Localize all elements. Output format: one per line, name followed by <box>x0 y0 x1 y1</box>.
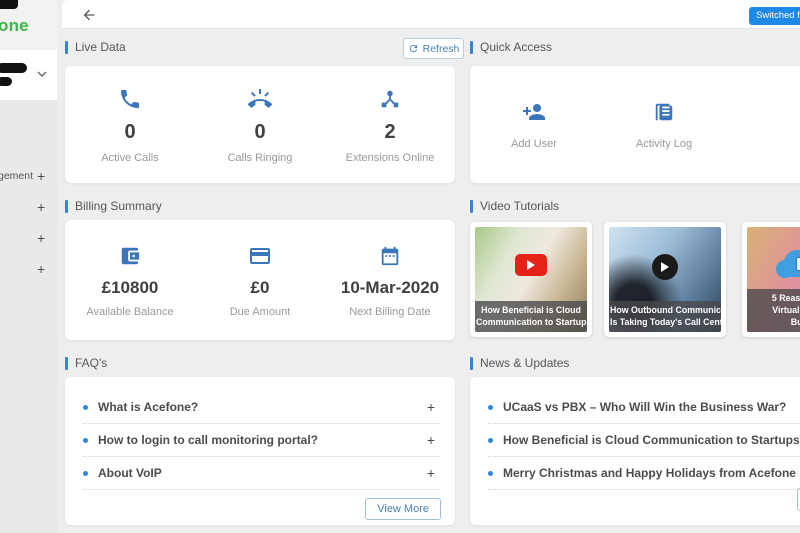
bullet-icon <box>488 437 493 443</box>
accent-bar <box>65 40 68 54</box>
calendar-icon <box>381 246 399 265</box>
billing-summary-section-header: Billing Summary <box>65 199 162 213</box>
available-balance-stat: £10800 Available Balance <box>65 243 195 318</box>
plus-icon[interactable]: + <box>37 199 45 215</box>
faq-item-about-voip[interactable]: About VoIP + <box>83 457 439 490</box>
faq-view-more-button[interactable]: View More <box>365 498 441 520</box>
ringing-phone-icon <box>247 88 273 108</box>
cloud-icon <box>776 248 800 278</box>
add-user-icon <box>523 104 545 120</box>
news-updates-section-header: News & Updates <box>470 356 569 370</box>
news-updates-card: UCaaS vs PBX – Who Will Win the Business… <box>470 377 800 525</box>
extensions-icon <box>381 90 399 107</box>
activity-log-button[interactable]: Activity Log <box>598 99 730 150</box>
faq-card: What is Acefone? + How to login to call … <box>65 377 455 525</box>
accent-bar <box>65 356 68 370</box>
video-caption: 5 Reasons You Virtual Recepti Busin <box>747 289 800 332</box>
sidebar-menu: gement + + + + <box>0 100 57 286</box>
news-item-ucaas-vs-pbx[interactable]: UCaaS vs PBX – Who Will Win the Business… <box>488 391 800 424</box>
wallet-icon <box>121 247 140 264</box>
acefone-logo: one <box>0 16 29 35</box>
section-title: Billing Summary <box>75 199 162 213</box>
faq-item-login-monitoring[interactable]: How to login to call monitoring portal? … <box>83 424 439 457</box>
quick-access-card: Add User Activity Log <box>470 66 800 183</box>
main-area: Switched from Reseller Live Data Refresh… <box>57 0 800 533</box>
sidebar-item-3[interactable]: + <box>0 224 57 255</box>
news-item-merry-christmas[interactable]: Merry Christmas and Happy Holidays from … <box>488 457 800 490</box>
video-thumbnail-virtual-receptionist[interactable]: 5 Reasons You Virtual Recepti Busin <box>742 222 800 337</box>
video-caption: How Outbound Communication Is Taking Tod… <box>609 301 721 332</box>
expand-plus-icon[interactable]: + <box>427 399 435 415</box>
video-thumbnail-cloud-startups[interactable]: How Beneficial is Cloud Communication to… <box>470 222 592 337</box>
extensions-online-stat: 2 Extensions Online <box>325 86 455 164</box>
video-thumbnail-outbound-callcenters[interactable]: How Outbound Communication Is Taking Tod… <box>604 222 726 337</box>
activity-log-icon <box>655 103 673 121</box>
section-title: FAQ's <box>75 356 108 370</box>
news-item-cloud-startups[interactable]: How Beneficial is Cloud Communication to… <box>488 424 800 457</box>
plus-icon[interactable]: + <box>37 168 45 184</box>
bullet-icon <box>83 470 88 476</box>
sidebar-item-4[interactable]: + <box>0 255 57 286</box>
plus-icon[interactable]: + <box>37 230 45 246</box>
video-tutorials-section-header: Video Tutorials <box>470 199 559 213</box>
accent-bar <box>470 40 473 54</box>
bullet-icon <box>488 404 493 410</box>
chevron-down-icon[interactable] <box>36 68 48 80</box>
play-icon[interactable] <box>515 253 547 276</box>
section-title: Live Data <box>75 40 126 54</box>
account-switcher[interactable] <box>0 50 57 100</box>
play-icon[interactable] <box>652 253 678 280</box>
top-bar: Switched from Reseller <box>62 0 800 29</box>
bullet-icon <box>83 404 88 410</box>
refresh-icon <box>409 44 417 53</box>
redacted-account-id <box>0 77 12 86</box>
next-billing-date-stat: 10-Mar-2020 Next Billing Date <box>325 243 455 318</box>
calls-ringing-stat: 0 Calls Ringing <box>195 86 325 164</box>
redacted-corner <box>0 0 18 9</box>
bullet-icon <box>83 437 88 443</box>
due-amount-stat: £0 Due Amount <box>195 243 325 318</box>
accent-bar <box>65 199 68 213</box>
expand-plus-icon[interactable]: + <box>427 465 435 481</box>
logo-area: one <box>0 0 57 50</box>
faqs-section-header: FAQ's <box>65 356 107 370</box>
sidebar-item-2[interactable]: + <box>0 193 57 224</box>
add-user-button[interactable]: Add User <box>488 99 580 150</box>
bullet-icon <box>488 470 493 476</box>
expand-plus-icon[interactable]: + <box>427 432 435 448</box>
accent-bar <box>470 199 473 213</box>
refresh-label: Refresh <box>422 42 460 55</box>
plus-icon[interactable]: + <box>37 261 45 277</box>
accent-bar <box>470 356 473 370</box>
credit-card-icon <box>250 247 270 264</box>
back-arrow-icon[interactable] <box>81 7 97 23</box>
section-title: News & Updates <box>480 356 570 370</box>
faq-item-what-is-acefone[interactable]: What is Acefone? + <box>83 391 439 424</box>
section-title: Quick Access <box>480 40 553 54</box>
active-calls-stat: 0 Active Calls <box>65 86 195 164</box>
quick-access-section-header: Quick Access <box>470 40 552 54</box>
redacted-account-name <box>0 63 27 73</box>
billing-summary-card: £10800 Available Balance £0 Due Amount 1… <box>65 220 455 340</box>
sidebar: one gement + + + + <box>0 0 57 533</box>
live-data-card: 0 Active Calls 0 Calls Ringing 2 Extensi… <box>65 66 455 183</box>
switched-from-reseller-badge[interactable]: Switched from Reseller <box>749 7 800 25</box>
video-caption: How Beneficial is Cloud Communication to… <box>475 301 587 332</box>
refresh-button[interactable]: Refresh <box>403 38 464 59</box>
video-tutorials-row: How Beneficial is Cloud Communication to… <box>470 222 800 337</box>
live-data-section-header: Live Data <box>65 40 126 54</box>
sidebar-item-management[interactable]: gement + <box>0 162 57 193</box>
section-title: Video Tutorials <box>480 199 560 213</box>
phone-icon <box>121 89 139 108</box>
